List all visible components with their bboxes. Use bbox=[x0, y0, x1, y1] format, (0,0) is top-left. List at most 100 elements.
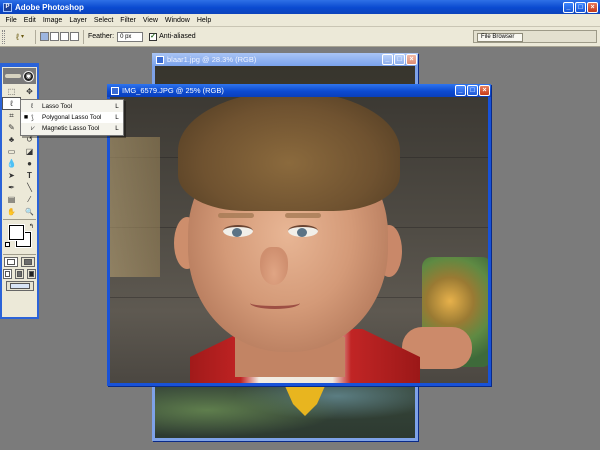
feather-label: Feather: bbox=[88, 33, 115, 40]
add-to-selection-icon[interactable] bbox=[50, 32, 59, 41]
foreground-color-swatch[interactable] bbox=[8, 224, 25, 241]
document-canvas-img6579[interactable] bbox=[110, 97, 488, 383]
clone-stamp-icon[interactable]: ♣ bbox=[3, 134, 20, 145]
menu-layer[interactable]: Layer bbox=[66, 17, 91, 24]
flyout-item-lasso[interactable]: ℓ Lasso Tool L bbox=[21, 101, 123, 112]
polygonal-lasso-icon: ⟆ bbox=[31, 114, 34, 122]
pen-icon[interactable]: ✒ bbox=[3, 182, 20, 193]
zoom-icon[interactable]: 🔍 bbox=[21, 206, 38, 217]
healing-brush-icon[interactable]: ✎ bbox=[3, 122, 20, 133]
document-window-img6579[interactable]: IMG_6579.JPG @ 25% (RGB) _ □ × bbox=[107, 84, 491, 386]
quick-mask-row bbox=[2, 257, 37, 267]
flyout-item-label: Lasso Tool bbox=[42, 103, 72, 110]
flyout-item-label: Magnetic Lasso Tool bbox=[42, 125, 100, 132]
menu-file[interactable]: File bbox=[2, 17, 20, 24]
app-maximize-button[interactable]: □ bbox=[575, 1, 586, 13]
app-minimize-button[interactable]: _ bbox=[563, 1, 574, 13]
type-icon[interactable]: T bbox=[21, 170, 38, 181]
jump-to-imageready-icon[interactable] bbox=[5, 281, 34, 291]
toolbox-header[interactable]: ◉ bbox=[3, 68, 36, 84]
new-selection-icon[interactable] bbox=[40, 32, 49, 41]
full-screen-mode-icon[interactable] bbox=[27, 269, 36, 279]
gradient-icon[interactable]: ◪ bbox=[21, 146, 38, 157]
standard-screen-mode-icon[interactable] bbox=[3, 269, 12, 279]
screen-mode-row bbox=[2, 269, 37, 279]
lasso-icon[interactable]: ℓ bbox=[2, 97, 21, 110]
menu-filter[interactable]: Filter bbox=[117, 17, 140, 24]
flyout-item-label: Polygonal Lasso Tool bbox=[42, 114, 102, 121]
full-screen-menu-mode-icon[interactable] bbox=[15, 269, 24, 279]
ps-app-icon[interactable]: P bbox=[3, 2, 12, 12]
doc-maximize-button[interactable]: □ bbox=[394, 54, 405, 65]
photo-detail bbox=[178, 97, 400, 211]
photo-detail bbox=[110, 137, 160, 277]
anti-aliased-checkbox[interactable]: ✓ bbox=[149, 32, 158, 41]
app-close-button[interactable]: × bbox=[587, 1, 598, 13]
crop-icon[interactable]: ⌗ bbox=[3, 110, 20, 121]
swap-colors-icon[interactable]: ↰ bbox=[29, 223, 34, 230]
document-title-bar[interactable]: blaar1.jpg @ 28.3% (RGB) _ □ × bbox=[152, 53, 418, 66]
standard-mode-icon[interactable] bbox=[4, 257, 18, 267]
doc-minimize-button[interactable]: _ bbox=[382, 54, 393, 65]
eraser-icon[interactable]: ▭ bbox=[3, 146, 20, 157]
file-browser-tab[interactable]: File Browser bbox=[477, 33, 524, 42]
dodge-icon[interactable]: ● bbox=[21, 158, 38, 169]
quick-mask-mode-icon[interactable] bbox=[21, 257, 35, 267]
document-title: IMG_6579.JPG @ 25% (RGB) bbox=[122, 86, 224, 95]
default-colors-icon[interactable] bbox=[5, 242, 10, 247]
options-bar: ℓ ▾ Feather: 0 px ✓ Anti-aliased File Br… bbox=[0, 27, 600, 47]
photo-detail bbox=[285, 213, 321, 218]
menu-window[interactable]: Window bbox=[161, 17, 193, 24]
subtract-from-selection-icon[interactable] bbox=[60, 32, 69, 41]
menu-help[interactable]: Help bbox=[193, 17, 214, 24]
document-title-bar[interactable]: IMG_6579.JPG @ 25% (RGB) _ □ × bbox=[107, 84, 491, 97]
options-separator bbox=[35, 29, 36, 44]
menu-view[interactable]: View bbox=[139, 17, 161, 24]
marquee-icon[interactable]: ⬚ bbox=[3, 86, 20, 97]
tool-preset-picker[interactable]: ℓ ▾ bbox=[9, 30, 31, 44]
path-selection-icon[interactable]: ➤ bbox=[3, 170, 20, 181]
line-icon[interactable]: ╲ bbox=[21, 182, 38, 193]
photo-detail bbox=[250, 297, 300, 309]
menu-image[interactable]: Image bbox=[39, 17, 65, 24]
anti-aliased-label: Anti-aliased bbox=[159, 33, 196, 40]
photo-detail bbox=[218, 213, 254, 218]
doc-minimize-button[interactable]: _ bbox=[455, 85, 466, 96]
flyout-item-shortcut: L bbox=[115, 125, 119, 132]
menu-select[interactable]: Select bbox=[90, 17, 116, 24]
flyout-item-shortcut: L bbox=[115, 103, 119, 110]
menu-edit[interactable]: Edit bbox=[20, 17, 39, 24]
flyout-item-magnetic-lasso[interactable]: ⩗ Magnetic Lasso Tool L bbox=[21, 123, 123, 134]
palette-well: File Browser bbox=[473, 30, 597, 43]
photo-detail bbox=[223, 225, 253, 237]
toolbox-separator bbox=[3, 254, 36, 255]
options-bar-grip[interactable] bbox=[2, 29, 5, 44]
flyout-item-polygonal-lasso[interactable]: ■ ⟆ Polygonal Lasso Tool L bbox=[21, 112, 123, 123]
adobe-online-icon[interactable]: ◉ bbox=[23, 70, 34, 82]
photo-detail bbox=[260, 247, 288, 285]
adobe-feather-icon bbox=[5, 74, 21, 78]
intersect-selection-icon[interactable] bbox=[70, 32, 79, 41]
app-title: Adobe Photoshop bbox=[15, 2, 84, 12]
eyedropper-icon[interactable]: ⁄ bbox=[21, 194, 38, 205]
lasso-icon: ℓ bbox=[16, 31, 19, 42]
blur-icon[interactable]: 💧 bbox=[3, 158, 20, 169]
chevron-down-icon: ▾ bbox=[20, 34, 24, 40]
document-title: blaar1.jpg @ 28.3% (RGB) bbox=[167, 55, 257, 64]
doc-close-button[interactable]: × bbox=[479, 85, 490, 96]
selection-mode-group bbox=[40, 32, 79, 41]
notes-icon[interactable]: ▤ bbox=[3, 194, 20, 205]
doc-close-button[interactable]: × bbox=[406, 54, 417, 65]
photo-detail bbox=[288, 225, 318, 237]
move-icon[interactable]: ✥ bbox=[21, 86, 38, 97]
document-icon bbox=[156, 55, 164, 64]
hand-icon[interactable]: ✋ bbox=[3, 206, 20, 217]
jump-to-row bbox=[2, 281, 37, 291]
magnetic-lasso-icon: ⩗ bbox=[31, 124, 35, 132]
feather-input[interactable]: 0 px bbox=[117, 31, 144, 42]
flyout-item-shortcut: L bbox=[115, 114, 119, 121]
app-title-bar[interactable]: P Adobe Photoshop _ □ × bbox=[0, 0, 600, 14]
doc-maximize-button[interactable]: □ bbox=[467, 85, 478, 96]
menu-bar: File Edit Image Layer Select Filter View… bbox=[0, 14, 600, 27]
lasso-tool-flyout: ℓ Lasso Tool L ■ ⟆ Polygonal Lasso Tool … bbox=[20, 99, 124, 136]
